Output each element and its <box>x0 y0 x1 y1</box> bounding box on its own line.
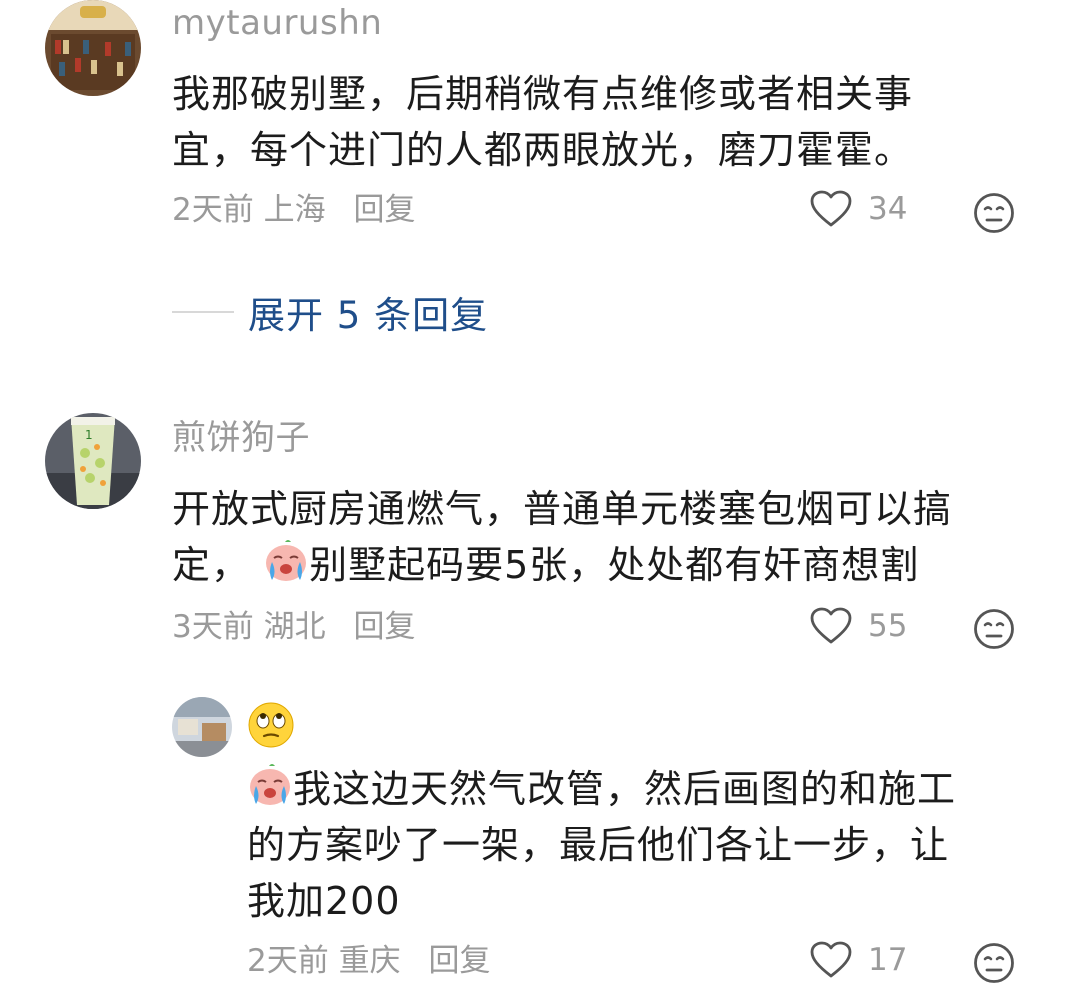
comment-text-line: 的方案吵了一架，最后他们各让一步，让 <box>247 823 950 867</box>
username[interactable]: mytaurushn <box>172 6 382 40</box>
comment-text-line: 定， 别墅起码要5张，处处都有奸商想割 <box>172 537 1052 593</box>
comment-meta: 2天前 上海 回复 <box>172 195 415 226</box>
location: 湖北 <box>263 609 326 645</box>
svg-text:1: 1 <box>85 428 93 442</box>
heart-outline-icon <box>810 607 852 644</box>
like-count: 55 <box>868 607 908 644</box>
comment-text-line: 开放式厨房通燃气，普通单元楼塞包烟可以搞 <box>172 487 953 531</box>
expand-replies-label: 展开 5 条回复 <box>248 294 489 337</box>
comment-text-fragment: 我这边天然气改管，然后画图的和施工 <box>293 767 957 811</box>
heart-outline-icon <box>810 941 852 978</box>
comment-text-line: 我这边天然气改管，然后画图的和施工 <box>247 761 1047 817</box>
neutral-face-icon[interactable] <box>973 942 1015 984</box>
reply-button[interactable]: 回复 <box>353 195 415 226</box>
like-count: 17 <box>868 941 908 978</box>
comment-text: 开放式厨房通燃气，普通单元楼塞包烟可以搞 定， 别墅起码要5张，处处都有奸商想割 <box>172 481 1052 593</box>
expand-replies-button[interactable]: 展开 5 条回复 <box>172 285 488 339</box>
comment-text-line: 我加200 <box>247 879 401 923</box>
neutral-face-icon[interactable] <box>973 192 1015 234</box>
like-button[interactable]: 55 <box>810 607 907 645</box>
like-count: 34 <box>868 190 908 227</box>
timestamp: 2天前 <box>172 192 254 228</box>
comment-meta: 2天前 重庆 回复 <box>247 946 490 977</box>
divider <box>172 311 234 313</box>
comment-meta: 3天前 湖北 回复 <box>172 612 415 643</box>
avatar[interactable]: 1 <box>45 413 141 509</box>
like-button[interactable]: 34 <box>810 190 907 228</box>
comment-text-fragment: 定， <box>172 543 251 587</box>
crying-emoji <box>266 540 307 581</box>
eye-roll-emoji <box>248 702 294 748</box>
username[interactable]: 煎饼狗子 <box>172 421 310 455</box>
crying-emoji <box>250 764 290 805</box>
comment-text-line: 宜，每个进门的人都两眼放光，磨刀霍霍。 <box>172 128 914 172</box>
neutral-face-icon[interactable] <box>973 608 1015 650</box>
location: 重庆 <box>338 943 401 979</box>
reply-button[interactable]: 回复 <box>428 946 490 977</box>
comment-text-fragment: 别墅起码要5张，处处都有奸商想割 <box>309 543 920 587</box>
avatar[interactable] <box>172 697 232 757</box>
comment-text: 我这边天然气改管，然后画图的和施工 的方案吵了一架，最后他们各让一步，让 我加2… <box>247 761 1047 929</box>
avatar[interactable] <box>45 0 141 96</box>
timestamp: 2天前 <box>247 943 329 979</box>
comment-text-line: 我那破别墅，后期稍微有点维修或者相关事 <box>172 72 914 116</box>
comment-text: 我那破别墅，后期稍微有点维修或者相关事 宜，每个进门的人都两眼放光，磨刀霍霍。 <box>172 66 1032 178</box>
location: 上海 <box>263 192 326 228</box>
like-button[interactable]: 17 <box>810 941 907 979</box>
reply-button[interactable]: 回复 <box>353 612 415 643</box>
timestamp: 3天前 <box>172 609 254 645</box>
heart-outline-icon <box>810 190 852 227</box>
